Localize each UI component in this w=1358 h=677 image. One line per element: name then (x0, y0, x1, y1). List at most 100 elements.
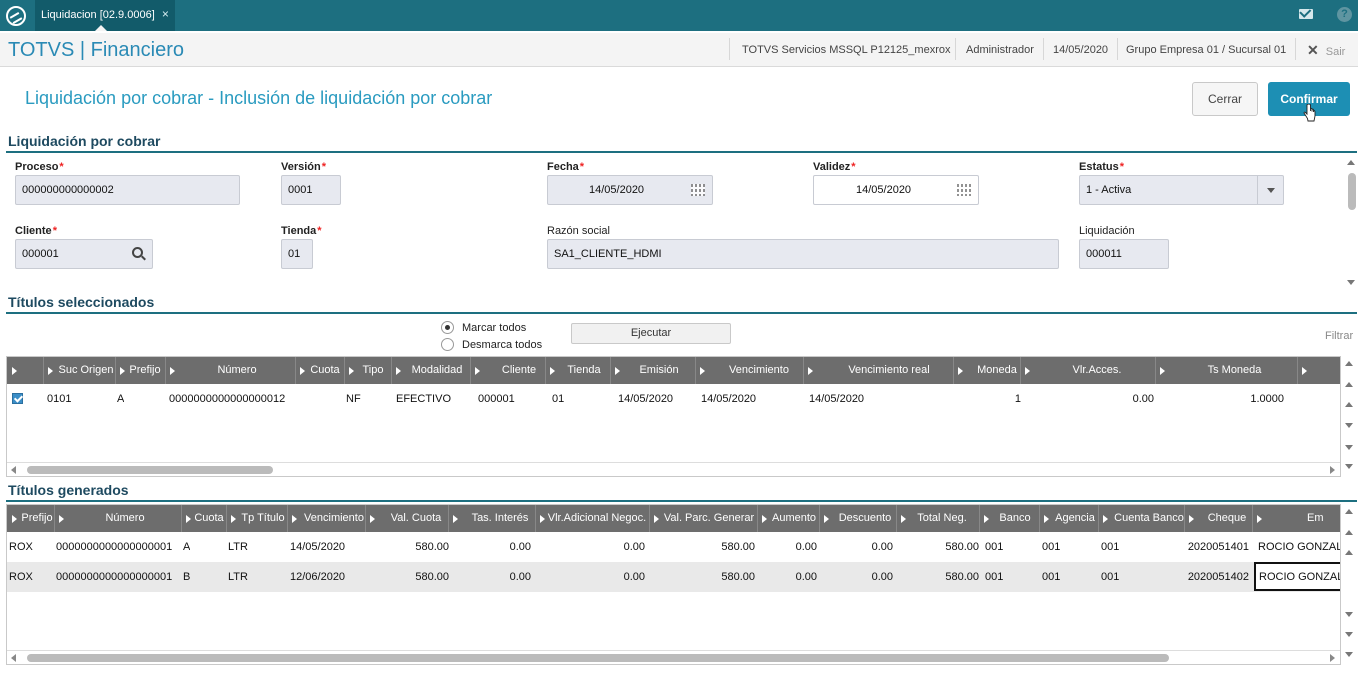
table-row[interactable]: ROX 0000000000000000001 A LTR 14/05/2020… (7, 533, 1340, 562)
scroll-thumb[interactable] (27, 466, 273, 474)
column-handle-icon[interactable] (1257, 515, 1262, 523)
column-handle-icon[interactable] (170, 367, 175, 375)
form-scrollbar[interactable] (1344, 157, 1358, 290)
column-handle-icon[interactable] (1044, 515, 1049, 523)
column-handle-icon[interactable] (231, 515, 236, 523)
column-handle-icon[interactable] (1160, 367, 1165, 375)
mail-icon[interactable] (1299, 9, 1313, 19)
column-handle-icon[interactable] (901, 515, 906, 523)
column-handle-icon[interactable] (292, 515, 297, 523)
scroll-top-icon[interactable] (1345, 509, 1353, 514)
scroll-bottom-icon[interactable] (1345, 652, 1353, 657)
col-total-neg[interactable]: Total Neg. (907, 505, 977, 532)
calendar-icon[interactable] (691, 184, 705, 196)
table-row[interactable]: ROX 0000000000000000001 B LTR 12/06/2020… (7, 562, 1340, 592)
col-val-cuota[interactable]: Val. Cuota (377, 505, 455, 532)
cell-em-focused[interactable]: ROCIO GONZALEZ (1254, 562, 1340, 591)
scroll-right-icon[interactable] (1330, 466, 1335, 474)
column-handle-icon[interactable] (762, 515, 767, 523)
col-tp-titulo[interactable]: Tp Título (237, 505, 289, 532)
col-val-parc-generar[interactable]: Val. Parc. Generar (660, 505, 758, 532)
totvs-logo-icon[interactable] (6, 6, 26, 26)
unmark-all-radio[interactable] (441, 338, 454, 351)
column-handle-icon[interactable] (475, 367, 480, 375)
col-descuento[interactable]: Descuento (831, 505, 899, 532)
col-cliente[interactable]: Cliente (485, 357, 553, 384)
execute-button[interactable]: Ejecutar (571, 323, 731, 344)
column-handle-icon[interactable] (824, 515, 829, 523)
col-vencimiento[interactable]: Vencimiento (299, 505, 369, 532)
mark-all-radio[interactable] (441, 321, 454, 334)
col-agencia[interactable]: Agencia (1051, 505, 1099, 532)
col-tienda[interactable]: Tienda (557, 357, 611, 384)
scroll-left-icon[interactable] (11, 466, 16, 474)
scroll-page-up-icon[interactable] (1345, 530, 1353, 535)
liquidacion-field[interactable]: 000011 (1079, 239, 1169, 269)
col-tas-interes[interactable]: Tas. Interés (460, 505, 540, 532)
close-button[interactable]: Cerrar (1192, 82, 1258, 116)
column-handle-icon[interactable] (615, 367, 620, 375)
scroll-bottom-icon[interactable] (1345, 464, 1353, 469)
col-ts-moneda[interactable]: Ts Moneda (1167, 357, 1302, 384)
scroll-right-icon[interactable] (1330, 654, 1335, 662)
col-suc-origen[interactable]: Suc Origen (57, 357, 115, 384)
scroll-thumb[interactable] (1348, 173, 1356, 210)
validez-field[interactable]: 14/05/2020 (813, 175, 979, 205)
col-cheque[interactable]: Cheque (1195, 505, 1259, 532)
scroll-down-icon[interactable] (1345, 612, 1353, 617)
razon-field[interactable]: SA1_CLIENTE_HDMI (547, 239, 1059, 269)
scroll-page-down-icon[interactable] (1345, 445, 1353, 450)
column-handle-icon[interactable] (1302, 367, 1307, 375)
scroll-page-down-icon[interactable] (1345, 632, 1353, 637)
column-handle-icon[interactable] (186, 515, 191, 523)
grid-hscrollbar[interactable] (7, 462, 1340, 476)
search-icon[interactable] (132, 247, 143, 258)
column-handle-icon[interactable] (654, 515, 659, 523)
col-aumento[interactable]: Aumento (769, 505, 819, 532)
grid-hscrollbar[interactable] (7, 650, 1340, 664)
scroll-up-icon[interactable] (1345, 550, 1353, 555)
scroll-left-icon[interactable] (11, 654, 16, 662)
col-em[interactable]: Em (1307, 505, 1340, 532)
col-vlr-adicional[interactable]: Vlr.Adicional Negoc. (545, 505, 649, 532)
col-modalidad[interactable]: Modalidad (405, 357, 469, 384)
col-numero[interactable]: Número (177, 357, 297, 384)
scroll-thumb[interactable] (27, 654, 1169, 662)
col-vencimiento[interactable]: Vencimiento (707, 357, 811, 384)
estatus-select[interactable]: 1 - Activa (1079, 175, 1284, 205)
proceso-field[interactable]: 000000000000002 (15, 175, 240, 205)
col-prefijo[interactable]: Prefijo (125, 357, 165, 384)
scroll-down-icon[interactable] (1347, 280, 1355, 285)
cliente-field[interactable]: 000001 (15, 239, 153, 269)
scroll-up-icon[interactable] (1345, 402, 1353, 407)
column-handle-icon[interactable] (349, 367, 354, 375)
column-handle-icon[interactable] (1025, 367, 1030, 375)
column-handle-icon[interactable] (12, 367, 17, 375)
column-handle-icon[interactable] (12, 515, 17, 523)
tienda-field[interactable]: 01 (281, 239, 313, 269)
filter-link[interactable]: Filtrar (1325, 330, 1353, 342)
col-cuota[interactable]: Cuota (305, 357, 345, 384)
version-field[interactable]: 0001 (281, 175, 341, 205)
col-banco[interactable]: Banco (990, 505, 1040, 532)
column-handle-icon[interactable] (1189, 515, 1194, 523)
scroll-up-icon[interactable] (1347, 160, 1355, 165)
col-cuenta-banco[interactable]: Cuenta Banco (1110, 505, 1188, 532)
column-handle-icon[interactable] (700, 367, 705, 375)
fecha-field[interactable]: 14/05/2020 (547, 175, 713, 205)
col-emision[interactable]: Emisión (622, 357, 696, 384)
col-numero[interactable]: Número (65, 505, 185, 532)
column-handle-icon[interactable] (808, 367, 813, 375)
column-handle-icon[interactable] (48, 367, 53, 375)
column-handle-icon[interactable] (396, 367, 401, 375)
column-handle-icon[interactable] (59, 515, 64, 523)
grid-vscrollbar[interactable] (1342, 356, 1357, 477)
column-handle-icon[interactable] (370, 515, 375, 523)
col-vencimiento-real[interactable]: Vencimiento real (815, 357, 963, 384)
scroll-down-icon[interactable] (1345, 423, 1353, 428)
column-handle-icon[interactable] (984, 515, 989, 523)
column-handle-icon[interactable] (958, 367, 963, 375)
col-tipo[interactable]: Tipo (355, 357, 391, 384)
exit-button[interactable]: ✕ Sair (1307, 42, 1345, 59)
grid-vscrollbar[interactable] (1342, 504, 1357, 665)
